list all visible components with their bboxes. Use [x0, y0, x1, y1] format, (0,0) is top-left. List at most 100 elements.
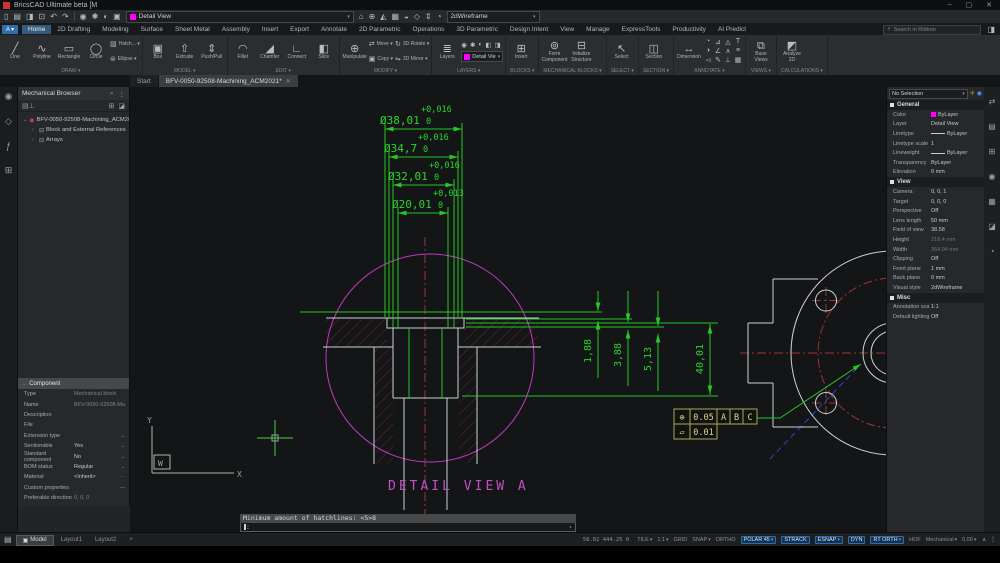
qat-icon-0[interactable]: ◉ — [80, 12, 87, 22]
layout-tab-layout2[interactable]: Layout2 — [89, 535, 122, 546]
property-row-height[interactable]: Height218.4 mm — [887, 235, 984, 245]
maximize-button[interactable]: ▢ — [966, 1, 973, 9]
drawing-canvas[interactable]: Ø38,01 0 +0,016 Ø34,7 0 +0,016 Ø32,01 0 … — [130, 87, 886, 532]
component-row-custom-properties[interactable]: Custom properties— — [18, 483, 129, 493]
component-row-extension-type[interactable]: Extension type⌄ — [18, 431, 129, 441]
status-toggle-hof[interactable]: HOF — [909, 537, 921, 543]
property-row-perspective[interactable]: PerspectiveOff — [887, 206, 984, 216]
ribbon-insert-button[interactable]: ⊞Insert — [508, 36, 534, 67]
component-row-description[interactable]: Description — [18, 410, 129, 420]
application-button[interactable]: A ▾ — [2, 25, 18, 34]
property-row-transparency[interactable]: TransparencyByLayer — [887, 158, 984, 168]
layout-panel-icon[interactable]: ▤ — [4, 535, 12, 545]
right-strip-icon-6[interactable]: ◔ — [990, 247, 995, 256]
qat-icon-2[interactable]: ◭ — [380, 12, 386, 22]
ribbon-tab-manage[interactable]: Manage — [580, 25, 616, 34]
chevron-icon[interactable]: › — [32, 137, 37, 143]
component-row-material[interactable]: Material<Inherit>··· — [18, 472, 129, 482]
ribbon-circle-button[interactable]: ◯Circle — [83, 36, 109, 67]
qat-icon-6[interactable]: ⇕ — [425, 12, 432, 22]
annotate-tool-icon-5[interactable]: ∠ — [715, 47, 721, 56]
ribbon-chamfer-button[interactable]: ◢Chamfer — [257, 36, 283, 67]
qat-icon-3[interactable]: ▦ — [391, 12, 399, 22]
ribbon-polyline-button[interactable]: ∿Polyline — [29, 36, 55, 67]
chevron-up-icon[interactable]: ∧ — [982, 535, 986, 545]
tree-item-bfv-0050-92508-machining-acm2021[interactable]: ⌄◉BFV-0050-92508-Machining_ACM2021 — [18, 115, 129, 125]
ribbon-section-button[interactable]: ◫Section — [641, 36, 667, 67]
ribbon-slice-button[interactable]: ◧Slice — [311, 36, 337, 67]
right-strip-icon-5[interactable]: ◪ — [988, 222, 996, 231]
ribbon-ellipse-button[interactable]: ⊜Ellipse ▾ — [110, 52, 140, 68]
ribbon-tab-productivity[interactable]: Productivity — [666, 25, 712, 34]
status-toggle-esnap[interactable]: ESNAP▾ — [815, 536, 843, 544]
ribbon-line-button[interactable]: ╱Line — [2, 36, 28, 67]
ribbon-group-label[interactable]: LAYERS ▾ — [434, 67, 503, 75]
ribbon-group-label[interactable]: SECTION ▾ — [641, 67, 671, 75]
doc-tab-start[interactable]: Start — [130, 75, 158, 87]
qat-icon-1[interactable]: ⊕ — [369, 12, 376, 22]
ribbon-tab-modeling[interactable]: Modeling — [96, 25, 134, 34]
component-row-bom-status[interactable]: BOM statusRegular⌄ — [18, 462, 129, 472]
ribbon-3d-rotate-button[interactable]: ↻3D Rotate ▾ — [395, 36, 429, 52]
ribbon-fillet-button[interactable]: ◠Fillet — [230, 36, 256, 67]
properties-filter-icon[interactable]: ✛ — [970, 90, 975, 97]
ribbon-search[interactable]: ⌕ Search in Ribbon — [883, 25, 981, 35]
ribbon-group-label[interactable]: MODEL ▾ — [145, 67, 225, 75]
ribbon-tab-export[interactable]: Export — [284, 25, 315, 34]
ribbon-rectangle-button[interactable]: ▭Rectangle — [56, 36, 82, 67]
ribbon-tab-insert[interactable]: Insert — [256, 25, 284, 34]
ribbon-analyze-2d-button[interactable]: ◩Analyze 2D — [779, 36, 805, 67]
qat-icon-4[interactable]: ↶ — [50, 12, 57, 22]
qat-icon-0[interactable]: ⌂ — [359, 12, 364, 22]
ribbon-dimension-button[interactable]: ↔Dimension — [676, 36, 702, 67]
annotate-tool-icon-9[interactable]: ✎ — [715, 56, 721, 65]
ribbon-extrude-button[interactable]: ⇧Extrude — [172, 36, 198, 67]
chevron-icon[interactable]: › — [32, 127, 37, 133]
property-row-linetype-scale[interactable]: Linetype scale1 — [887, 139, 984, 149]
right-strip-icon-3[interactable]: ◉ — [989, 172, 996, 181]
ribbon-box-button[interactable]: ▣Box — [145, 36, 171, 67]
component-row-standard-component[interactable]: Standard componentNo⌄ — [18, 451, 129, 461]
status-toggle-rt-orth[interactable]: RT ORTH▾ — [870, 536, 904, 544]
ribbon-tab-2d-drafting[interactable]: 2D Drafting — [51, 25, 96, 34]
annotate-tool-icon-7[interactable]: ≡ — [736, 47, 740, 56]
browser-tool-icon-1[interactable]: ⊥ — [29, 102, 35, 110]
annotate-tool-icon-8[interactable]: ◅ — [705, 56, 710, 65]
chevron-down-icon[interactable]: ⌄ — [121, 433, 127, 439]
annotate-tool-icon-1[interactable]: ⊿ — [715, 38, 721, 47]
selection-dropdown[interactable]: No Selection ▾ — [889, 89, 968, 99]
property-row-lens-length[interactable]: Lens length50 mm — [887, 216, 984, 226]
qat-icon-5[interactable]: ◇ — [414, 12, 420, 22]
layer-tool-icon-4[interactable]: ◨ — [494, 41, 500, 49]
command-line[interactable]: Minimum amount of hatchlines: <5>8 : ▴ — [240, 514, 576, 532]
ribbon-initialize-structure-button[interactable]: ⊟Initialize Structure — [568, 36, 594, 67]
ribbon-group-label[interactable]: MECHANICAL BLOCKS ▾ — [541, 67, 603, 75]
ribbon-3d-mirror-button[interactable]: ⇋3D Mirror ▾ — [395, 52, 429, 68]
ribbon-layers-button[interactable]: ≣Layers — [434, 36, 460, 67]
annotate-tool-icon-11[interactable]: ▦ — [735, 56, 742, 65]
ribbon-form-component-button[interactable]: ⊚Form Component — [541, 36, 567, 67]
layer-tool-icon-2[interactable]: ◐ — [478, 41, 482, 49]
ribbon-copy-button[interactable]: ▣Copy ▾ — [369, 52, 393, 68]
ribbon-panel-icon[interactable]: ◨ — [987, 25, 995, 35]
property-row-camera[interactable]: Camera0, 0, 1 — [887, 187, 984, 197]
ribbon-group-label[interactable]: SELECT ▾ — [609, 67, 636, 75]
visual-style-dropdown[interactable]: 2dWireframe ▾ — [447, 11, 540, 23]
status-toggle-grid[interactable]: GRID — [674, 537, 688, 543]
ribbon-group-label[interactable]: CALCULATIONS ▾ — [779, 67, 825, 75]
chevron-icon[interactable]: ⌄ — [23, 117, 27, 123]
qat-icon-2[interactable]: ◐ — [103, 12, 108, 22]
status-toggle-snap[interactable]: SNAP▾ — [692, 537, 711, 543]
ribbon-tab-expresstools[interactable]: ExpressTools — [616, 25, 667, 34]
doc-tab-drawing[interactable]: BFV-0050-92508-Machining_ACM2021* ✕ — [159, 75, 298, 87]
qat-icon-0[interactable]: ▯ — [4, 12, 8, 22]
property-row-visual-style[interactable]: Visual style2dWireframe — [887, 283, 984, 293]
property-row-default-lighting[interactable]: Default lightingOff — [887, 312, 984, 322]
status-toggle-1-1[interactable]: 1:1▾ — [657, 537, 668, 543]
property-row-color[interactable]: ColorByLayer — [887, 110, 984, 120]
layer-dropdown[interactable]: Detail View ▾ — [126, 11, 354, 23]
property-row-front-plane[interactable]: Front plane1 mm — [887, 264, 984, 274]
component-row-name[interactable]: NameBFV-0050-92508-Machini — [18, 399, 129, 409]
right-strip-icon-1[interactable]: ▤ — [988, 122, 996, 131]
qat-icon-1[interactable]: ✱ — [92, 12, 99, 22]
